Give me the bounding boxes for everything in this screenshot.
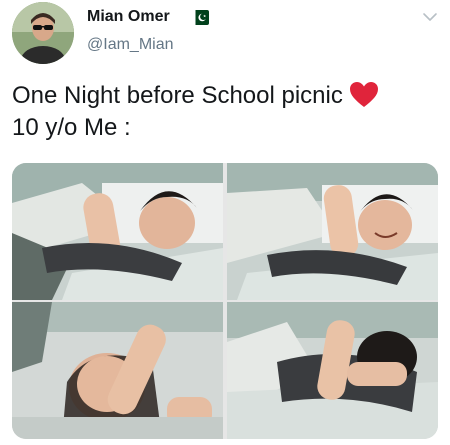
heart-icon xyxy=(349,82,378,107)
media-panel-2 xyxy=(227,163,438,300)
tweet-card: Mian Omer @Iam_Mian One Night before Sch… xyxy=(0,0,450,445)
photo-hugging-pillow-icon xyxy=(227,302,438,439)
photo-awake-thinking-icon xyxy=(12,302,223,439)
tweet-media-collage[interactable] xyxy=(12,163,438,439)
tweet-text-line-1-content: One Night before School picnic xyxy=(12,82,343,109)
user-handle[interactable]: @Iam_Mian xyxy=(87,36,174,54)
profile-photo-icon xyxy=(12,2,74,64)
chevron-down-icon[interactable] xyxy=(422,9,438,25)
media-panel-4 xyxy=(227,302,438,439)
tweet-text: One Night before School picnic 10 y/o Me… xyxy=(12,80,442,144)
tweet-text-line-1: One Night before School picnic xyxy=(12,80,442,112)
media-panel-3 xyxy=(12,302,223,439)
display-name[interactable]: Mian Omer xyxy=(87,8,170,26)
avatar[interactable] xyxy=(12,2,74,64)
photo-sleeping-grinning-icon xyxy=(227,163,438,300)
media-panel-1 xyxy=(12,163,223,300)
pakistan-flag-icon xyxy=(191,10,209,25)
tweet-text-line-2: 10 y/o Me : xyxy=(12,114,131,141)
photo-sleeping-smiling-icon xyxy=(12,163,223,300)
